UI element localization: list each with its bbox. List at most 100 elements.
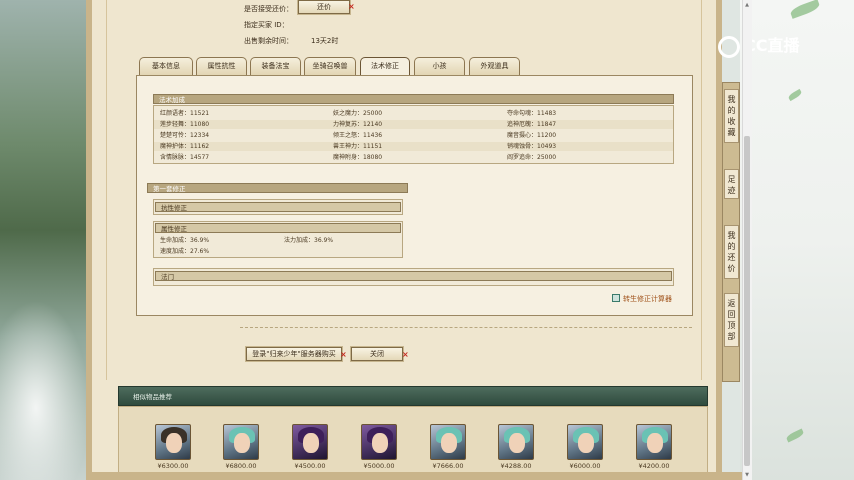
- character-portrait[interactable]: [292, 424, 328, 460]
- side-toolbar: 我的收藏 足迹 我的还价 返回顶部: [722, 82, 740, 382]
- bargain-button[interactable]: 还价: [297, 0, 351, 15]
- recommend-item[interactable]: ¥6800.00: [223, 424, 259, 470]
- item-price: ¥5000.00: [363, 462, 395, 470]
- recommend-item[interactable]: ¥6300.00: [155, 424, 191, 470]
- resist-correction-title: 抗性修正: [155, 202, 401, 212]
- close-button[interactable]: 关闭: [350, 346, 404, 362]
- spell-row: 魔神护体：11162 兽王神力：11151 销魂蚀骨：10493: [154, 142, 673, 151]
- portrait-face: [166, 433, 182, 453]
- spell-cell: 追神厄魄：11847: [507, 121, 557, 128]
- item-price: ¥7666.00: [432, 462, 464, 470]
- calculator-icon: [612, 294, 620, 302]
- left-background-art: [0, 0, 90, 480]
- spell-cell: 兽王神力：11151: [333, 143, 383, 150]
- spell-cell: 魔神护体：11162: [160, 143, 210, 150]
- item-price: ¥6000.00: [569, 462, 601, 470]
- character-portrait[interactable]: [430, 424, 466, 460]
- sidebar-item-favorites[interactable]: 我的收藏: [724, 89, 739, 143]
- magic-title: 法门: [155, 271, 672, 281]
- spell-row: 含情脉脉：14577 魔神附身：18080 阎罗追命：25000: [154, 153, 673, 162]
- character-portrait[interactable]: [223, 424, 259, 460]
- attr-cell: 生命加成：36.9%: [160, 237, 210, 244]
- character-portrait[interactable]: [361, 424, 397, 460]
- spell-row: 莲步轻舞：11080 力神复苏：12140 追神厄魄：11847: [154, 120, 673, 129]
- tab-appearance[interactable]: 外观道具: [469, 57, 520, 75]
- login-purchase-button[interactable]: 登录"归来少年"服务器购买: [245, 346, 343, 362]
- close-x-icon: ×: [402, 350, 409, 359]
- recommend-item[interactable]: ¥7666.00: [430, 424, 466, 470]
- scroll-up-arrow-icon[interactable]: ▲: [744, 2, 750, 8]
- buyer-id-label: 指定买家 ID：: [244, 21, 289, 29]
- spell-table: 红颜语者：11521 妖之魔力：25000 夺命勾魂：11483 莲步轻舞：11…: [153, 105, 674, 164]
- spell-section-title: 法术加成: [153, 94, 674, 104]
- right-background-art: [740, 0, 854, 480]
- recommend-body: [118, 406, 708, 476]
- magic-box: 法门: [153, 268, 674, 286]
- spell-cell: 妖之魔力：25000: [333, 110, 383, 117]
- spell-cell: 魔神附身：18080: [333, 154, 383, 161]
- recommend-item[interactable]: ¥4288.00: [498, 424, 534, 470]
- bottom-border: [86, 472, 742, 480]
- portrait-face: [509, 433, 525, 453]
- character-portrait[interactable]: [498, 424, 534, 460]
- resist-box: 抗性修正: [153, 199, 403, 215]
- character-portrait[interactable]: [155, 424, 191, 460]
- attr-row: 生命加成：36.9% 法力加成：36.9%: [154, 236, 402, 245]
- spell-cell: 夺命勾魂：11483: [507, 110, 557, 117]
- recommend-title: 相似物品推荐: [118, 386, 708, 406]
- calculator-link[interactable]: 转生修正计算器: [623, 294, 672, 304]
- tab-mounts[interactable]: 坐骑召唤兽: [304, 57, 356, 75]
- spell-cell: 阎罗追命：25000: [507, 154, 557, 161]
- sidebar-item-back-to-top[interactable]: 返回顶部: [724, 293, 739, 347]
- spell-cell: 楚楚可怜：12334: [160, 132, 210, 139]
- spell-cell: 魔音摄心：11200: [507, 132, 557, 139]
- spell-cell: 力神复苏：12140: [333, 121, 383, 128]
- tab-equipment[interactable]: 装备法宝: [250, 57, 301, 75]
- item-price: ¥4200.00: [638, 462, 670, 470]
- recommend-item[interactable]: ¥5000.00: [361, 424, 397, 470]
- cc-logo-text: CC直播: [744, 36, 800, 55]
- sidebar-item-my-bargains[interactable]: 我的还价: [724, 225, 739, 279]
- attr-cell: 速度加成：27.6%: [160, 248, 210, 255]
- recommend-item[interactable]: ¥4200.00: [636, 424, 672, 470]
- time-value: 13天2时: [311, 37, 339, 45]
- spell-cell: 倾王之怒：11436: [333, 132, 383, 139]
- attr-correction-title: 属性修正: [155, 223, 401, 233]
- close-x-icon: ×: [348, 2, 355, 11]
- tab-spell-correction[interactable]: 法术修正: [360, 57, 410, 76]
- close-x-icon: ×: [340, 350, 347, 359]
- attr-cell: 法力加成：36.9%: [284, 237, 334, 244]
- scroll-thumb[interactable]: [744, 136, 750, 466]
- portrait-face: [647, 433, 663, 453]
- recommend-item[interactable]: ¥4500.00: [292, 424, 328, 470]
- bargain-label: 是否接受还价：: [244, 5, 293, 13]
- item-price: ¥4500.00: [294, 462, 326, 470]
- divider: [240, 327, 692, 328]
- spell-row: 楚楚可怜：12334 倾王之怒：11436 魔音摄心：11200: [154, 131, 673, 140]
- item-price: ¥6800.00: [225, 462, 257, 470]
- correction-set-title: 第一套修正: [147, 183, 408, 193]
- character-portrait[interactable]: [567, 424, 603, 460]
- character-portrait[interactable]: [636, 424, 672, 460]
- attr-row: 速度加成：27.6%: [154, 247, 402, 256]
- spell-cell: 红颜语者：11521: [160, 110, 210, 117]
- portrait-face: [578, 433, 594, 453]
- tab-basic-info[interactable]: 基本信息: [139, 57, 193, 75]
- cc-live-logo: CC直播: [718, 34, 828, 58]
- item-price: ¥6300.00: [157, 462, 189, 470]
- spell-cell: 销魂蚀骨：10493: [507, 143, 557, 150]
- attr-box: 属性修正 生命加成：36.9% 法力加成：36.9% 速度加成：27.6%: [153, 221, 403, 258]
- portrait-face: [372, 433, 388, 453]
- sidebar-item-footprint[interactable]: 足迹: [724, 169, 739, 199]
- portrait-face: [303, 433, 319, 453]
- item-price: ¥4288.00: [500, 462, 532, 470]
- recommend-item[interactable]: ¥6000.00: [567, 424, 603, 470]
- tab-child[interactable]: 小孩: [414, 57, 465, 75]
- scroll-down-arrow-icon[interactable]: ▼: [744, 472, 750, 478]
- time-label: 出售剩余时间：: [244, 37, 293, 45]
- tab-attributes[interactable]: 属性抗性: [196, 57, 247, 75]
- spell-row: 红颜语者：11521 妖之魔力：25000 夺命勾魂：11483: [154, 109, 673, 118]
- portrait-face: [441, 433, 457, 453]
- spell-cell: 含情脉脉：14577: [160, 154, 210, 161]
- spell-cell: 莲步轻舞：11080: [160, 121, 210, 128]
